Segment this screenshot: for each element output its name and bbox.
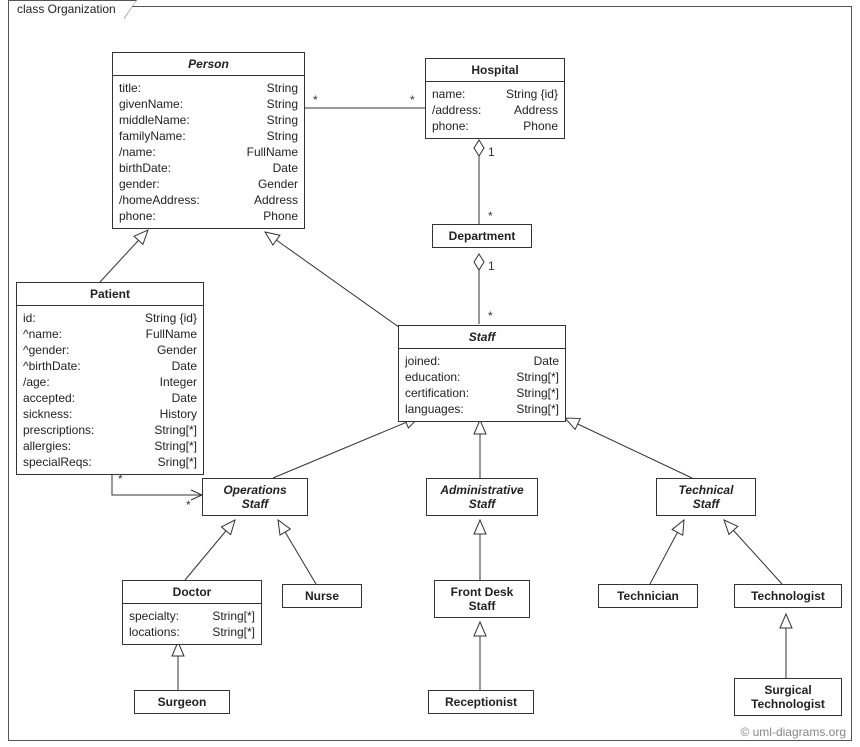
class-patient: Patient id:String {id} ^name:FullName ^g… [16, 282, 204, 475]
mult-hospital-end: * [410, 93, 415, 107]
mult-person-end: * [313, 93, 318, 107]
class-title: Operations Staff [203, 479, 307, 515]
class-title: Staff [399, 326, 565, 349]
class-attrs: joined:Date education:String[*] certific… [399, 349, 565, 421]
class-technical-staff: Technical Staff [656, 478, 756, 516]
class-hospital: Hospital name:String {id} /address:Addre… [425, 58, 565, 139]
class-attrs: title:String givenName:String middleName… [113, 76, 304, 228]
class-title: Receptionist [429, 691, 533, 713]
class-doctor: Doctor specialty:String[*] locations:Str… [122, 580, 262, 645]
class-title: Front Desk Staff [435, 581, 529, 617]
class-receptionist: Receptionist [428, 690, 534, 714]
class-technician: Technician [598, 584, 698, 608]
class-title: Surgeon [135, 691, 229, 713]
class-title: Person [113, 53, 304, 76]
class-department: Department [432, 224, 532, 248]
class-title: Technologist [735, 585, 841, 607]
class-front-desk-staff: Front Desk Staff [434, 580, 530, 618]
class-person: Person title:String givenName:String mid… [112, 52, 305, 229]
mult-staff-side: * [488, 309, 493, 323]
class-administrative-staff: Administrative Staff [426, 478, 538, 516]
mult-dept-side2: 1 [488, 259, 495, 273]
class-attrs: id:String {id} ^name:FullName ^gender:Ge… [17, 306, 203, 474]
class-attrs: name:String {id} /address:Address phone:… [426, 82, 564, 138]
class-title: Doctor [123, 581, 261, 604]
class-title: Administrative Staff [427, 479, 537, 515]
class-nurse: Nurse [282, 584, 362, 608]
class-title: Nurse [283, 585, 361, 607]
class-surgical-technologist: Surgical Technologist [734, 678, 842, 716]
class-title: Hospital [426, 59, 564, 82]
class-title: Technician [599, 585, 697, 607]
class-title: Patient [17, 283, 203, 306]
mult-dept-side: * [488, 209, 493, 223]
class-staff: Staff joined:Date education:String[*] ce… [398, 325, 566, 422]
watermark: © uml-diagrams.org [740, 725, 846, 739]
class-surgeon: Surgeon [134, 690, 230, 714]
class-title: Technical Staff [657, 479, 755, 515]
class-title: Surgical Technologist [735, 679, 841, 715]
class-attrs: specialty:String[*] locations:String[*] [123, 604, 261, 644]
diagram-canvas: class Organization * * 1 * 1 * [0, 0, 860, 747]
class-operations-staff: Operations Staff [202, 478, 308, 516]
mult-hosp-side: 1 [488, 145, 495, 159]
class-title: Department [433, 225, 531, 247]
mult-ops-side: * [186, 498, 191, 512]
class-technologist: Technologist [734, 584, 842, 608]
